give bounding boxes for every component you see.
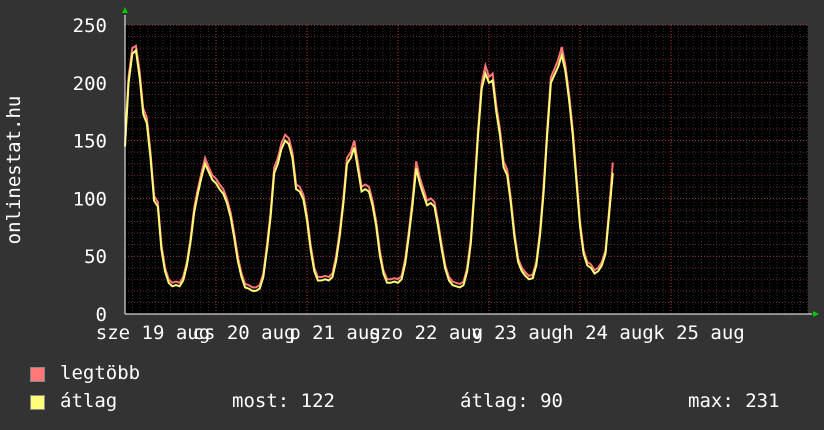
y-tick-label: 150 xyxy=(73,131,107,153)
y-tick-label: 100 xyxy=(73,188,107,210)
x-tick-label: szo 22 aug xyxy=(369,322,483,344)
legend-swatch-max xyxy=(30,367,45,382)
y-tick-label: 250 xyxy=(73,15,107,37)
x-axis-arrow xyxy=(813,311,819,317)
x-tick-label: cs 20 aug xyxy=(193,322,296,344)
x-tick-label: h 24 aug xyxy=(562,322,654,344)
chart-container: 0 50 100 150 200 250 sze 19 aug cs 20 aug p 21 a… xyxy=(0,0,824,430)
stat-avg: átlag: 90 xyxy=(460,390,563,412)
y-axis-title: onlinestat.hu xyxy=(3,96,25,245)
y-tick-label: 50 xyxy=(84,246,107,268)
legend-label-avg: átlag xyxy=(60,390,118,412)
line-chart: 050100150200250sze 19 augcs 20 augp 21 a… xyxy=(3,7,819,344)
stat-now: most: 122 xyxy=(232,390,335,412)
legend-swatch-avg xyxy=(30,395,45,410)
stat-max: max: 231 xyxy=(688,390,780,412)
y-tick-label: 200 xyxy=(73,73,107,95)
x-tick-label: k 25 aug xyxy=(653,322,745,344)
x-tick-label: p 21 aug xyxy=(289,322,381,344)
x-tick-label: v 23 aug xyxy=(471,322,563,344)
legend-label-max: legtöbb xyxy=(60,362,141,384)
y-axis-arrow xyxy=(122,7,128,13)
